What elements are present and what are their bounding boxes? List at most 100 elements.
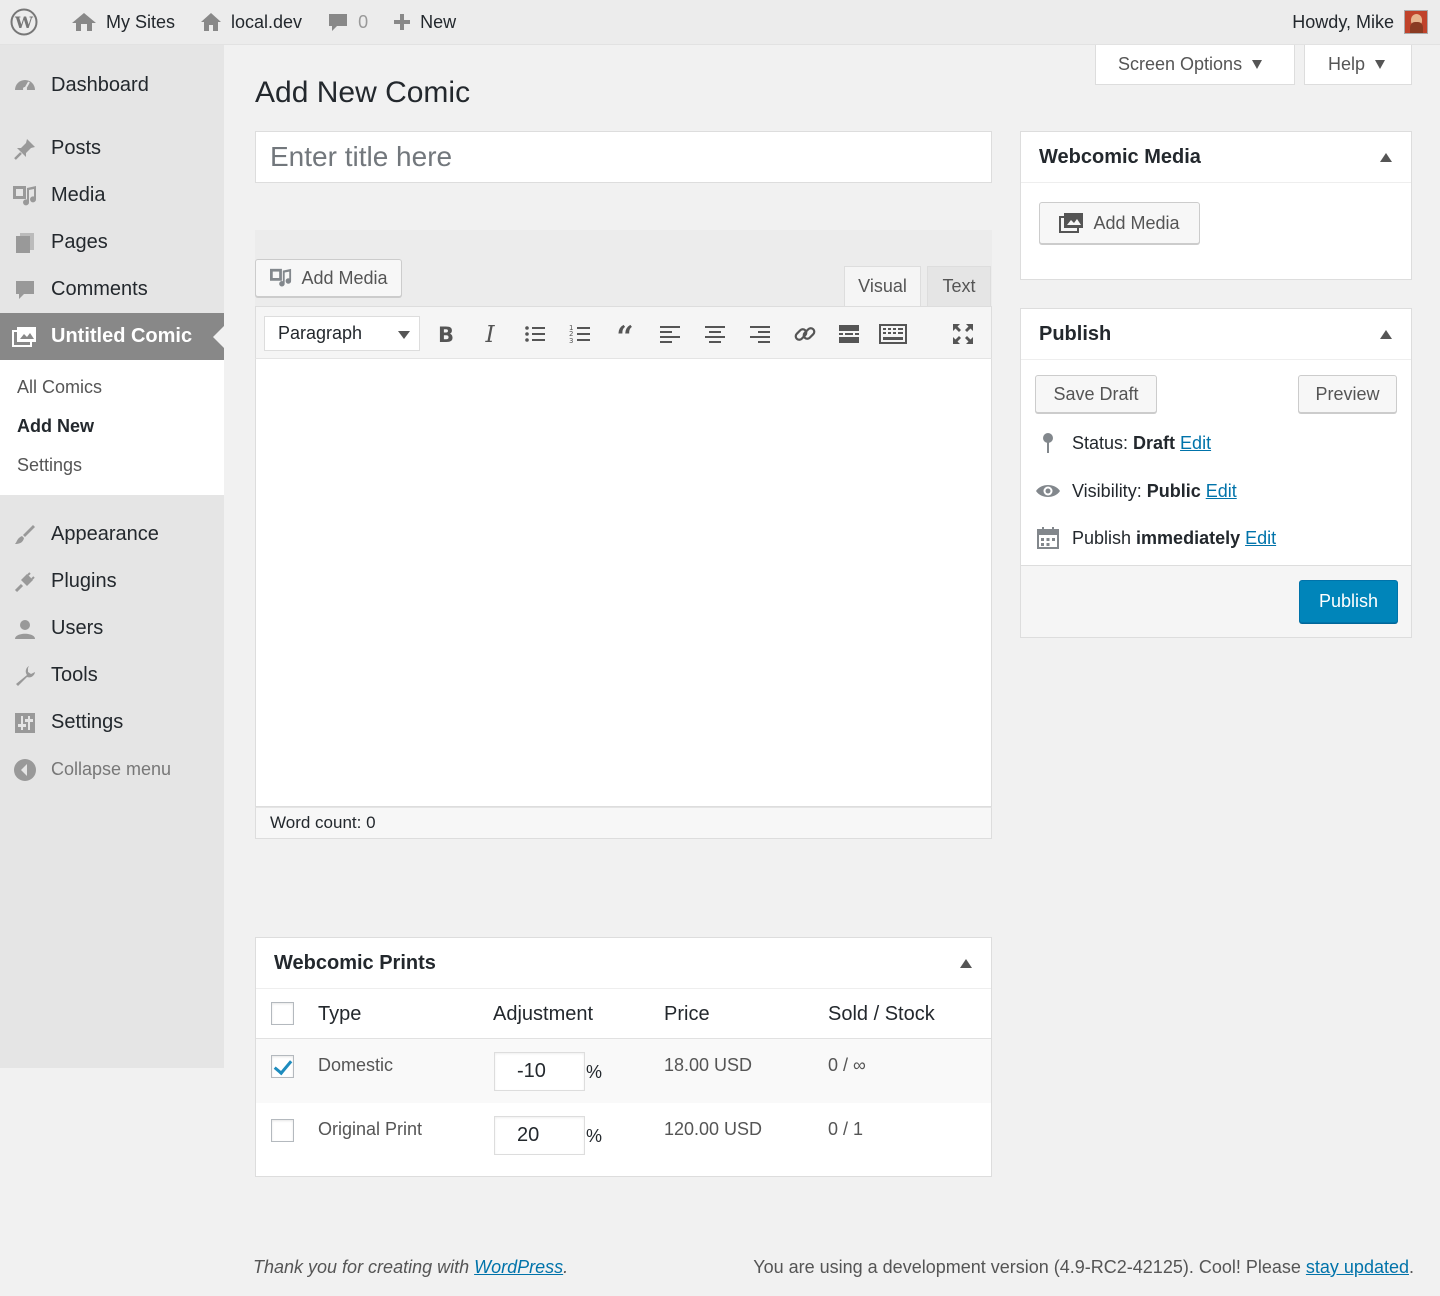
collapse-toggle-icon[interactable] <box>960 959 972 968</box>
numbered-list-button[interactable]: 123 <box>566 320 594 348</box>
edit-visibility-link[interactable]: Edit <box>1206 481 1237 502</box>
italic-button[interactable]: I <box>476 320 504 348</box>
comments-menu[interactable]: 0 <box>314 0 380 45</box>
collapse-toggle-icon[interactable] <box>1380 330 1392 339</box>
menu-label: Dashboard <box>51 74 149 96</box>
bullet-list-button[interactable] <box>521 320 549 348</box>
col-type: Type <box>318 1003 362 1025</box>
webcomic-prints-header[interactable]: Webcomic Prints <box>256 938 991 989</box>
svg-text:W: W <box>14 13 34 32</box>
publish-button[interactable]: Publish <box>1299 580 1398 623</box>
add-media-button[interactable]: Add Media <box>255 259 402 297</box>
align-center-icon <box>705 326 725 343</box>
fullscreen-button[interactable] <box>949 320 977 348</box>
help-label: Help <box>1328 54 1366 74</box>
brush-icon <box>12 522 38 548</box>
version-suffix: . <box>1408 1257 1414 1277</box>
submenu-add-new[interactable]: Add New <box>0 407 224 446</box>
publish-header[interactable]: Publish <box>1021 309 1411 360</box>
submenu-all-comics[interactable]: All Comics <box>0 368 224 407</box>
collapse-menu-button[interactable]: Collapse menu <box>0 746 224 793</box>
stay-updated-link[interactable]: stay updated <box>1306 1257 1409 1277</box>
webcomic-media-header[interactable]: Webcomic Media <box>1021 132 1411 183</box>
submenu-settings[interactable]: Settings <box>0 446 224 485</box>
menu-comments[interactable]: Comments <box>0 266 224 313</box>
bold-button[interactable]: B <box>432 320 460 348</box>
row-checkbox[interactable] <box>271 1055 294 1078</box>
adjustment-input[interactable]: -10 <box>494 1052 585 1091</box>
edit-date-link[interactable]: Edit <box>1245 528 1276 549</box>
tab-text[interactable]: Text <box>927 266 991 306</box>
images-icon <box>12 324 38 350</box>
admin-menu: Dashboard Posts Media Pages Comments Unt… <box>0 45 224 1068</box>
menu-label: Settings <box>51 711 124 733</box>
status-row: Status: Draft Edit <box>1035 430 1211 456</box>
preview-button[interactable]: Preview <box>1298 375 1397 413</box>
bullet-list-icon <box>525 326 545 342</box>
comment-icon <box>12 277 38 303</box>
menu-plugins[interactable]: Plugins <box>0 558 224 605</box>
help-button[interactable]: Help <box>1304 45 1412 85</box>
print-sold-stock: 0 / ∞ <box>828 1055 866 1075</box>
svg-text:3: 3 <box>569 337 573 345</box>
menu-appearance[interactable]: Appearance <box>0 511 224 558</box>
new-label: New <box>420 11 457 32</box>
webcomic-media-title: Webcomic Media <box>1039 145 1201 168</box>
svg-text:I: I <box>484 323 495 345</box>
menu-posts[interactable]: Posts <box>0 125 224 172</box>
comment-bubble-icon <box>329 14 348 31</box>
my-sites-label: My Sites <box>106 11 176 32</box>
webcomic-add-media-label: Add Media <box>1093 212 1180 233</box>
tab-text-label: Text <box>942 276 976 296</box>
link-icon <box>794 327 816 341</box>
howdy-text: Howdy, Mike <box>1292 11 1394 32</box>
edit-status-link[interactable]: Edit <box>1180 433 1211 454</box>
menu-pages[interactable]: Pages <box>0 219 224 266</box>
screen-options-label: Screen Options <box>1118 54 1243 74</box>
menu-label: Untitled Comic <box>51 325 193 347</box>
row-checkbox[interactable] <box>271 1119 294 1142</box>
col-adjustment: Adjustment <box>493 1003 594 1025</box>
new-content-menu[interactable]: New <box>380 0 468 45</box>
my-account-menu[interactable]: Howdy, Mike <box>1292 10 1440 34</box>
svg-text:B: B <box>438 323 454 345</box>
menu-dashboard[interactable]: Dashboard <box>0 62 224 109</box>
my-sites-menu[interactable]: My Sites <box>58 0 187 45</box>
align-left-button[interactable] <box>656 320 684 348</box>
title-input[interactable]: Enter title here <box>255 131 992 183</box>
quote-icon: “ <box>616 323 633 345</box>
adjustment-value: -10 <box>517 1060 546 1082</box>
tab-visual[interactable]: Visual <box>844 266 921 306</box>
save-draft-label: Save Draft <box>1053 383 1139 404</box>
menu-settings[interactable]: Settings <box>0 699 224 746</box>
wordpress-link[interactable]: WordPress <box>474 1257 563 1277</box>
publish-date-label: Publish <box>1072 527 1132 548</box>
select-all-checkbox[interactable] <box>271 1002 294 1025</box>
sites-icon <box>72 13 96 31</box>
publish-date-value: immediately <box>1136 527 1241 548</box>
adjustment-input[interactable]: 20 <box>494 1116 585 1155</box>
menu-untitled-comic[interactable]: Untitled Comic <box>0 313 224 360</box>
screen-options-button[interactable]: Screen Options <box>1095 45 1295 85</box>
col-sold-stock: Sold / Stock <box>828 1003 935 1025</box>
save-draft-button[interactable]: Save Draft <box>1035 375 1157 413</box>
read-more-button[interactable] <box>835 320 863 348</box>
menu-media[interactable]: Media <box>0 172 224 219</box>
toolbar-toggle-button[interactable] <box>878 320 908 348</box>
content-editor[interactable] <box>255 359 992 807</box>
site-name-menu[interactable]: local.dev <box>187 0 314 45</box>
menu-label: Plugins <box>51 570 117 592</box>
align-right-button[interactable] <box>746 320 774 348</box>
insert-link-button[interactable] <box>791 320 819 348</box>
format-select[interactable]: Paragraph <box>264 316 420 351</box>
menu-tools[interactable]: Tools <box>0 652 224 699</box>
webcomic-add-media-button[interactable]: Add Media <box>1039 202 1200 244</box>
blockquote-button[interactable]: “ <box>611 320 639 348</box>
align-center-button[interactable] <box>701 320 729 348</box>
prints-table: Type Adjustment Price Sold / Stock Domes… <box>256 989 991 1175</box>
menu-users[interactable]: Users <box>0 605 224 652</box>
add-media-label: Add Media <box>301 267 388 288</box>
collapse-toggle-icon[interactable] <box>1380 153 1392 162</box>
wordpress-logo[interactable]: W <box>0 0 58 45</box>
bold-icon: B <box>438 323 454 345</box>
